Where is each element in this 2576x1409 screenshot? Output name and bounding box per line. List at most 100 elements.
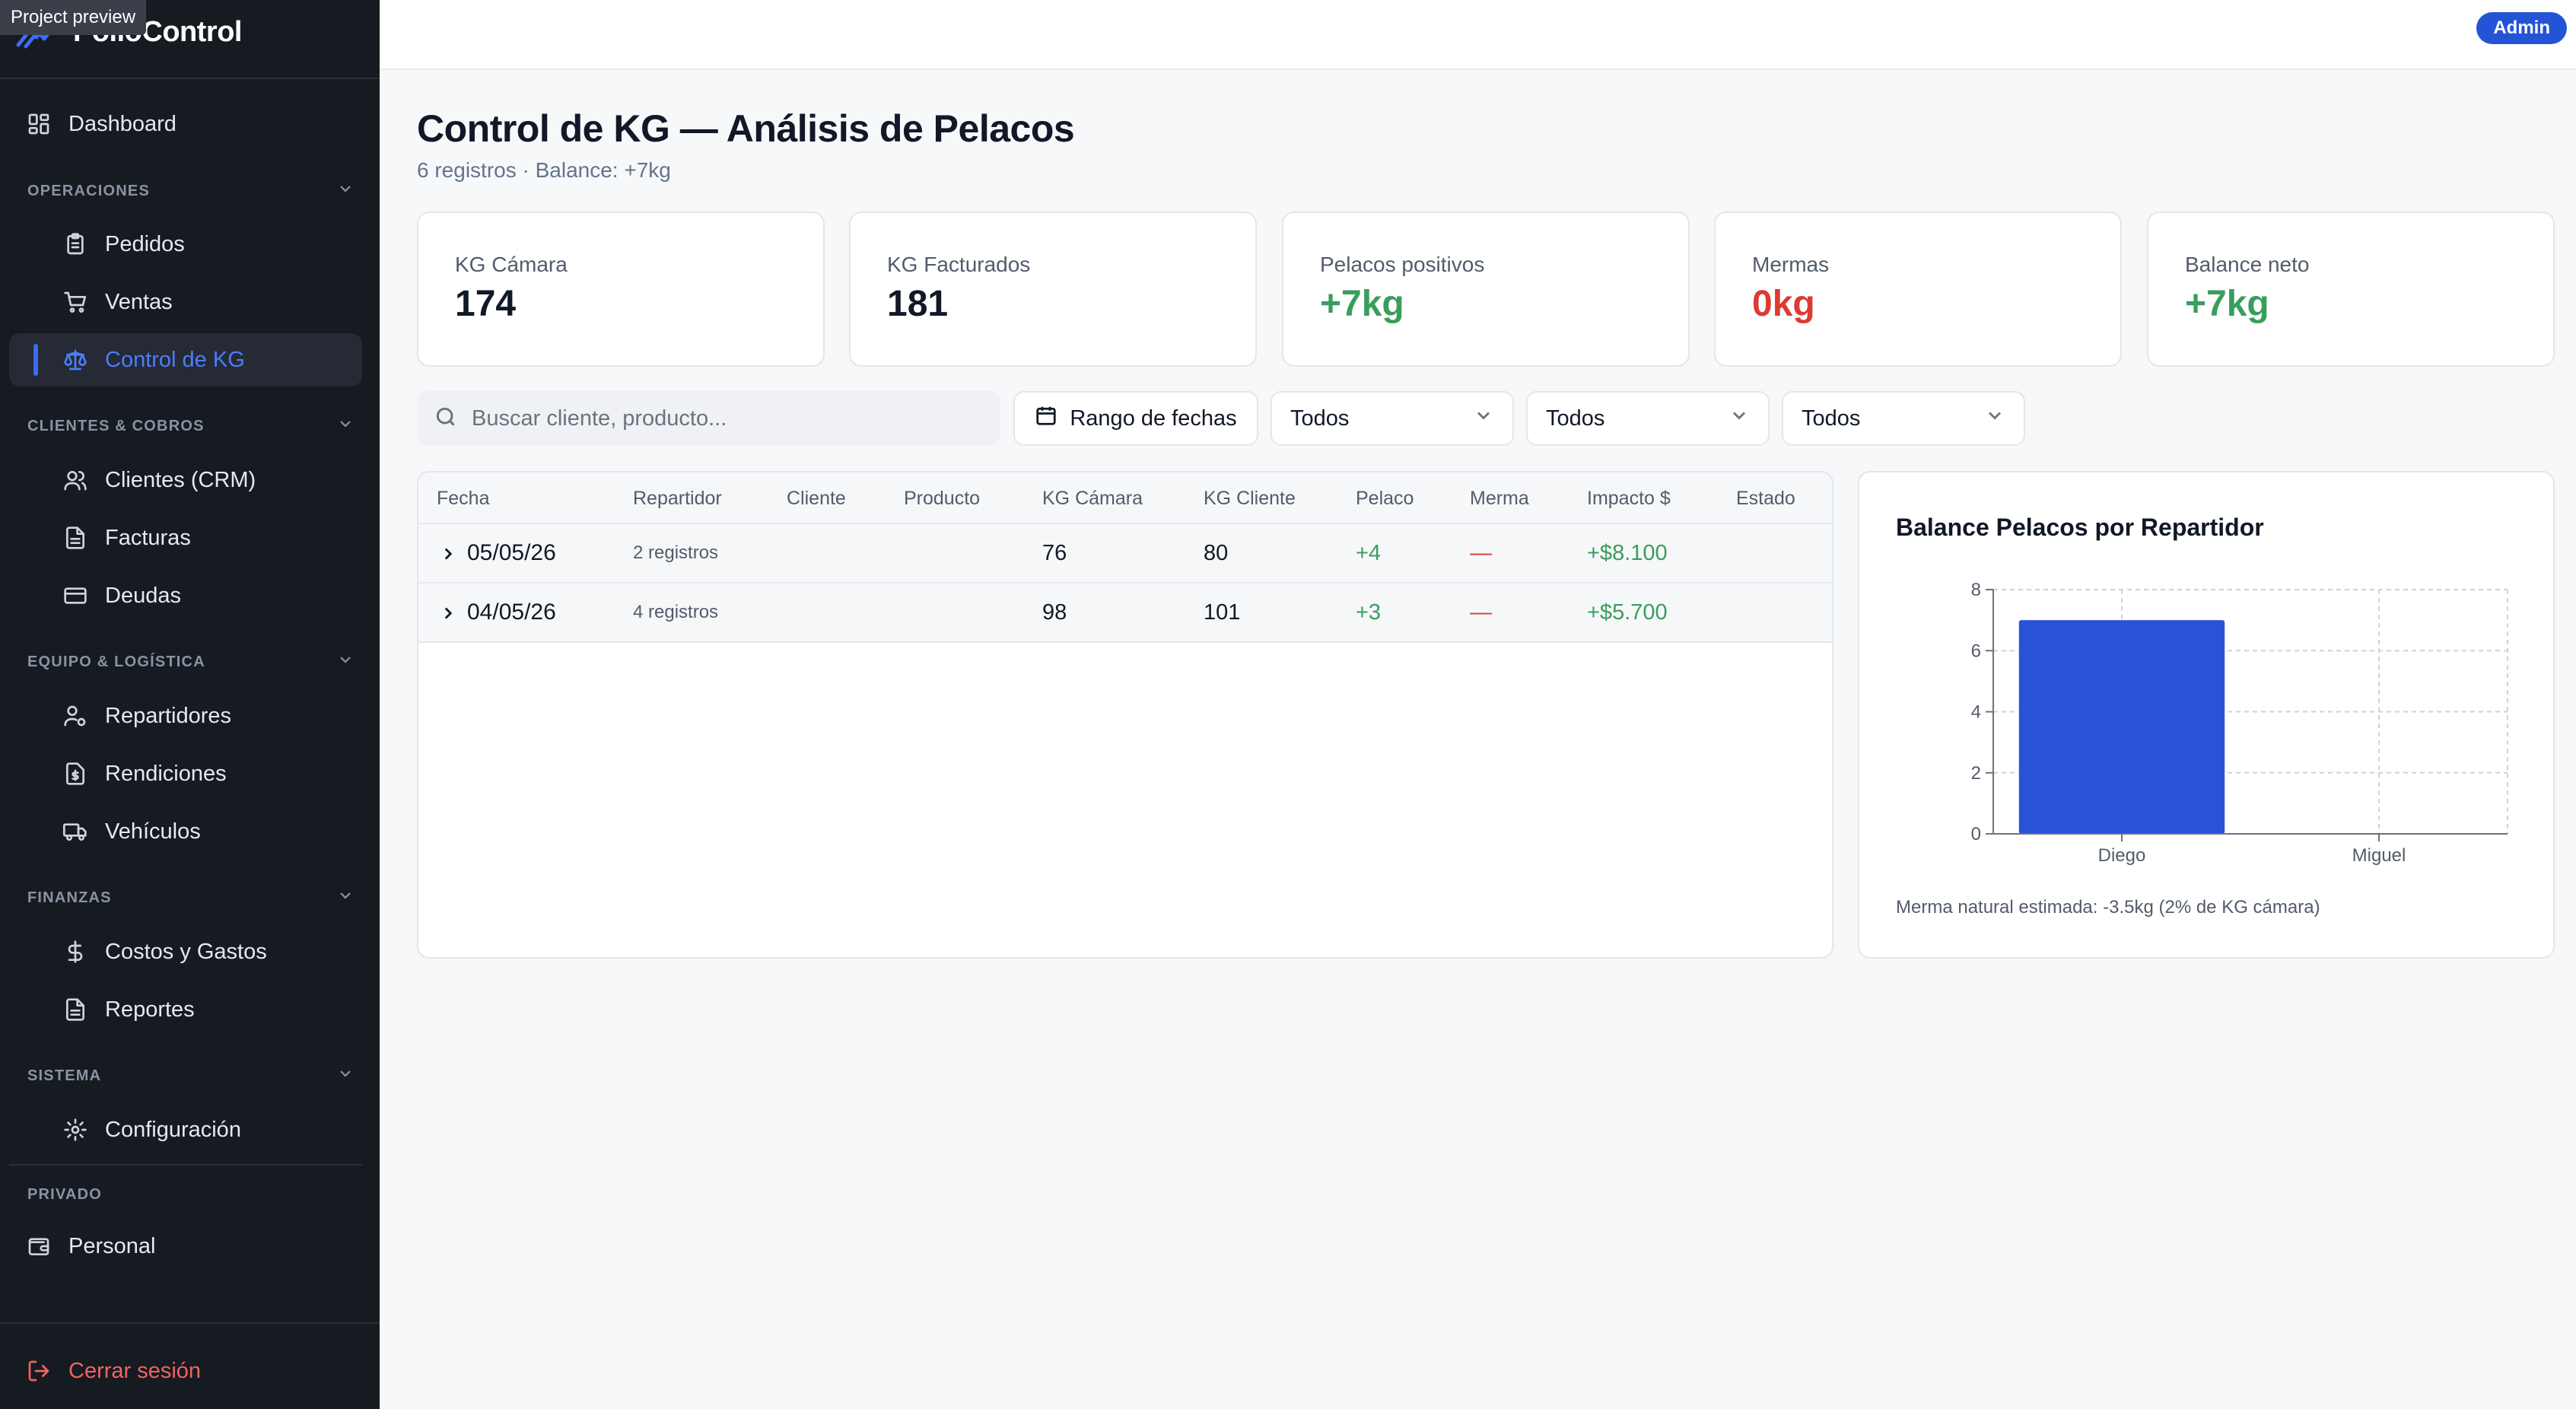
logout-label: Cerrar sesión bbox=[68, 1358, 202, 1383]
sidebar-item-label: Repartidores bbox=[105, 703, 232, 728]
table-header: Fecha Repartidor Cliente Producto KG Cám… bbox=[418, 472, 1832, 524]
y-tick-label: 4 bbox=[1971, 702, 1981, 723]
chevron-right-icon[interactable] bbox=[438, 603, 458, 623]
chevron-right-icon[interactable] bbox=[438, 544, 458, 564]
kpi-card-kg-camara: KG Cámara 174 bbox=[417, 212, 825, 367]
sidebar-item-control-kg[interactable]: Control de KG bbox=[9, 333, 362, 386]
sidebar-item-label: Control de KG bbox=[105, 347, 245, 372]
search-input[interactable] bbox=[472, 406, 959, 431]
sidebar-item-reportes[interactable]: Reportes bbox=[9, 983, 362, 1036]
sidebar-item-label: Reportes bbox=[105, 997, 195, 1022]
sidebar-item-dashboard[interactable]: Dashboard bbox=[9, 97, 362, 151]
section-title: PRIVADO bbox=[27, 1185, 103, 1203]
section-title: FINANZAS bbox=[27, 889, 112, 906]
cell-pelaco: +3 bbox=[1356, 600, 1382, 625]
cell-merma: — bbox=[1470, 541, 1492, 565]
cell-impacto: +$8.100 bbox=[1587, 541, 1668, 565]
sidebar-item-deudas[interactable]: Deudas bbox=[9, 569, 362, 622]
sidebar-item-label: Clientes (CRM) bbox=[105, 467, 256, 492]
file-text-icon bbox=[62, 997, 88, 1023]
filter-select-3[interactable]: Todos bbox=[1782, 391, 2025, 446]
column-header-impacto[interactable]: Impacto $ bbox=[1587, 472, 1671, 524]
sidebar-section-privado: PRIVADO bbox=[27, 1179, 355, 1210]
truck-icon bbox=[62, 819, 88, 844]
column-header-pelaco[interactable]: Pelaco bbox=[1356, 472, 1414, 524]
sidebar-section-finanzas[interactable]: FINANZAS bbox=[27, 883, 355, 913]
filter-select-1[interactable]: Todos bbox=[1271, 391, 1514, 446]
sidebar-item-repartidores[interactable]: Repartidores bbox=[9, 689, 362, 743]
column-header-producto[interactable]: Producto bbox=[904, 472, 980, 524]
bar-diego bbox=[2018, 620, 2225, 834]
table-row[interactable]: 04/05/26 4 registros 98 101 +3 — +$5.700 bbox=[418, 584, 1832, 643]
chevron-down-icon bbox=[336, 650, 355, 673]
logout-button[interactable]: Cerrar sesión bbox=[9, 1344, 362, 1398]
y-tick-label: 6 bbox=[1971, 641, 1981, 661]
kpi-label: KG Cámara bbox=[455, 253, 568, 276]
table-row[interactable]: 05/05/26 2 registros 76 80 +4 — +$8.100 bbox=[418, 524, 1832, 584]
cell-kg-camara: 98 bbox=[1042, 600, 1067, 625]
sidebar-section-operaciones[interactable]: OPERACIONES bbox=[27, 176, 355, 206]
sidebar-item-label: Costos y Gastos bbox=[105, 939, 267, 964]
balance-bar-chart: 0 2 4 6 8 Diego Miguel bbox=[1971, 580, 2508, 866]
sidebar-item-personal[interactable]: Personal bbox=[9, 1220, 362, 1273]
cart-icon bbox=[62, 289, 88, 315]
cell-repartidor: 4 registros bbox=[633, 602, 719, 622]
section-title: CLIENTES & COBROS bbox=[27, 417, 205, 434]
filter-select-2[interactable]: Todos bbox=[1526, 391, 1770, 446]
page-subtitle: 6 registros · Balance: +7kg bbox=[417, 158, 671, 182]
sidebar-section-sistema[interactable]: SISTEMA bbox=[27, 1061, 355, 1091]
select-value: Todos bbox=[1290, 406, 1350, 431]
kpi-value: +7kg bbox=[1320, 284, 1404, 324]
sidebar-item-label: Dashboard bbox=[68, 111, 177, 136]
sidebar-item-ventas[interactable]: Ventas bbox=[9, 275, 362, 329]
column-header-estado[interactable]: Estado bbox=[1736, 472, 1795, 524]
chevron-down-icon bbox=[1473, 405, 1494, 432]
chevron-down-icon bbox=[336, 1064, 355, 1087]
project-preview-tag: Project preview bbox=[0, 0, 147, 35]
sidebar-divider bbox=[9, 1164, 362, 1166]
sidebar-item-label: Facturas bbox=[105, 525, 191, 550]
wallet-icon bbox=[26, 1233, 52, 1259]
file-text-icon bbox=[62, 525, 88, 551]
sidebar-item-pedidos[interactable]: Pedidos bbox=[9, 218, 362, 271]
sidebar-section-clientes[interactable]: CLIENTES & COBROS bbox=[27, 411, 355, 441]
sidebar-item-label: Personal bbox=[68, 1233, 156, 1258]
user-cog-icon bbox=[62, 703, 88, 729]
cell-kg-cliente: 101 bbox=[1204, 600, 1241, 625]
y-tick-label: 8 bbox=[1971, 580, 1981, 600]
sidebar-item-costos[interactable]: Costos y Gastos bbox=[9, 925, 362, 978]
sidebar-item-facturas[interactable]: Facturas bbox=[9, 511, 362, 565]
sidebar-item-clientes[interactable]: Clientes (CRM) bbox=[9, 453, 362, 507]
column-header-cliente[interactable]: Cliente bbox=[787, 472, 846, 524]
kpi-card-balance-neto: Balance neto +7kg bbox=[2147, 212, 2555, 367]
chevron-down-icon bbox=[336, 180, 355, 202]
gear-icon bbox=[62, 1117, 88, 1143]
column-header-kg-camara[interactable]: KG Cámara bbox=[1042, 472, 1143, 524]
cell-pelaco: +4 bbox=[1356, 541, 1382, 565]
sidebar: Project preview PolloControl Dashboard O… bbox=[0, 0, 380, 1409]
cell-fecha: 05/05/26 bbox=[467, 540, 556, 565]
search-box[interactable] bbox=[417, 391, 1000, 446]
sidebar-item-vehiculos[interactable]: Vehículos bbox=[9, 805, 362, 858]
receipt-dollar-icon bbox=[62, 761, 88, 787]
kpi-value: +7kg bbox=[2185, 284, 2269, 324]
sidebar-item-label: Deudas bbox=[105, 583, 181, 608]
column-header-kg-cliente[interactable]: KG Cliente bbox=[1204, 472, 1296, 524]
column-header-fecha[interactable]: Fecha bbox=[437, 472, 489, 524]
chevron-down-icon bbox=[1728, 405, 1750, 432]
sidebar-item-label: Pedidos bbox=[105, 231, 185, 256]
kpi-label: Mermas bbox=[1752, 253, 1830, 276]
chevron-down-icon bbox=[1984, 405, 2005, 432]
column-header-merma[interactable]: Merma bbox=[1470, 472, 1529, 524]
y-tick-label: 0 bbox=[1971, 824, 1981, 844]
x-tick-label: Miguel bbox=[2352, 845, 2406, 866]
date-range-button[interactable]: Rango de fechas bbox=[1013, 391, 1258, 446]
page-title: Control de KG — Análisis de Pelacos bbox=[417, 107, 1075, 150]
chart-note: Merma natural estimada: -3.5kg (2% de KG… bbox=[1896, 897, 2320, 918]
sidebar-item-configuracion[interactable]: Configuración bbox=[9, 1103, 362, 1156]
column-header-repartidor[interactable]: Repartidor bbox=[633, 472, 722, 524]
sidebar-item-rendiciones[interactable]: Rendiciones bbox=[9, 747, 362, 800]
section-title: OPERACIONES bbox=[27, 182, 151, 199]
sidebar-section-equipo[interactable]: EQUIPO & LOGÍSTICA bbox=[27, 647, 355, 677]
user-role-badge[interactable]: Admin bbox=[2476, 12, 2567, 44]
